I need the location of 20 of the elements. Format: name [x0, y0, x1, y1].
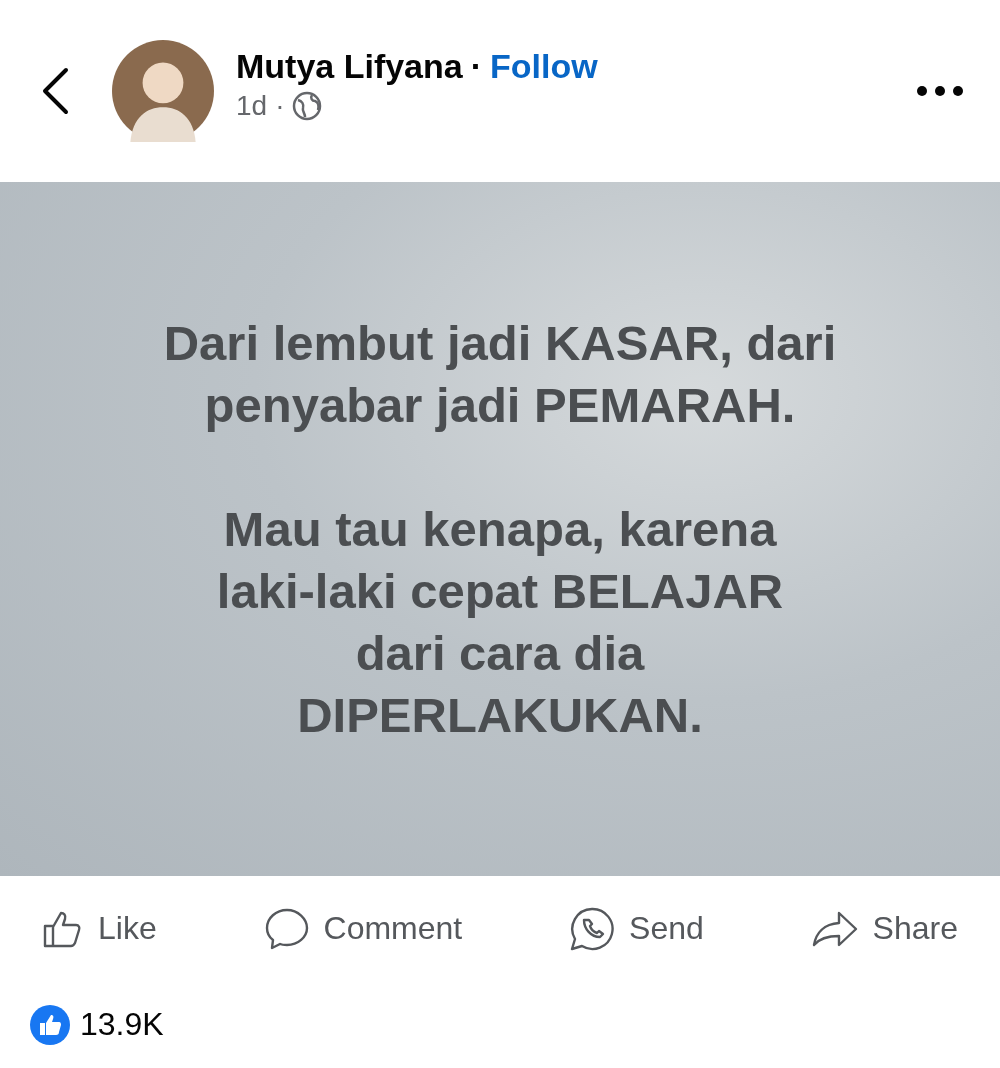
share-arrow-icon — [810, 909, 859, 948]
back-icon[interactable] — [40, 67, 70, 115]
like-reaction-icon — [30, 1004, 70, 1045]
send-button[interactable]: Send — [569, 905, 704, 952]
share-button[interactable]: Share — [810, 909, 958, 948]
separator-dot: · — [275, 89, 285, 122]
follow-link[interactable]: Follow — [490, 46, 598, 86]
phone-bubble-icon — [569, 905, 616, 952]
like-button[interactable]: Like — [42, 908, 157, 949]
author-name[interactable]: Mutya Lifyana — [236, 46, 463, 86]
avatar[interactable] — [112, 40, 214, 142]
more-icon[interactable] — [916, 85, 964, 97]
reaction-count[interactable]: 13.9K — [80, 1006, 164, 1043]
speech-bubble-icon — [263, 906, 310, 951]
comment-button[interactable]: Comment — [263, 906, 463, 951]
post-time: 1d — [236, 89, 268, 122]
separator-dot: · — [470, 46, 483, 86]
globe-icon — [292, 90, 323, 121]
post-text: Dari lembut jadi KASAR, dari penyabar jadi PEMARAH. — [163, 315, 837, 434]
post-text: Mau tau kenapa, karena laki-laki cepat BELAJAR dari cara dia DIPERLAKUKAN. — [216, 501, 784, 744]
